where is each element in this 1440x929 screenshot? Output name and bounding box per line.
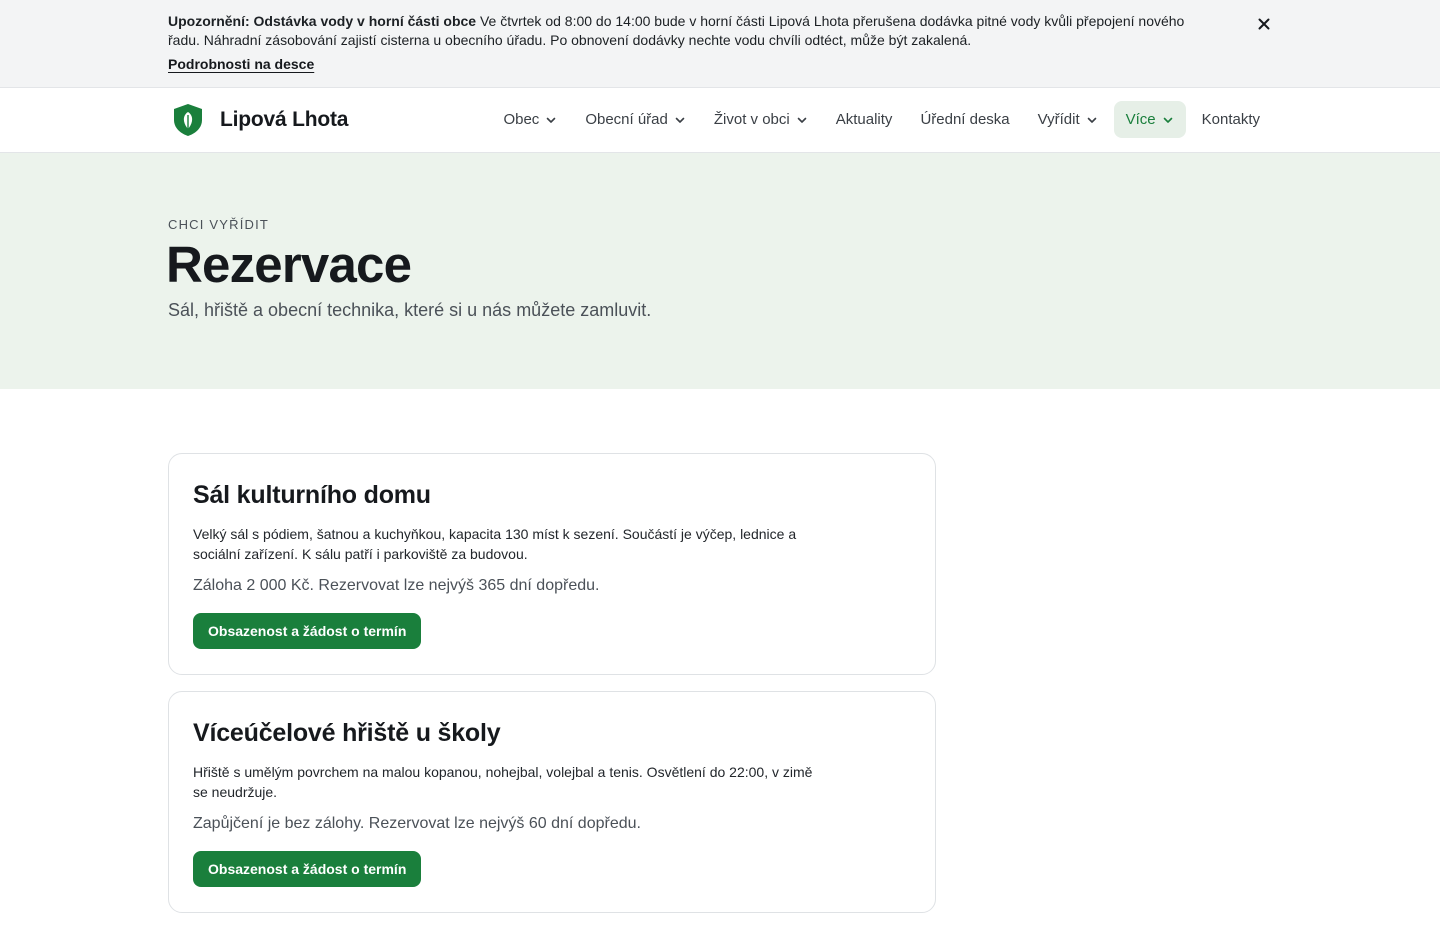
card-note: Zapůjčení je bez zálohy. Rezervovat lze … [193, 815, 641, 832]
page-hero: CHCI VYŘÍDIT Rezervace Sál, hřiště a obe… [0, 153, 1440, 389]
alert-close-button[interactable] [1252, 12, 1276, 36]
main-nav: Obec Obecní úřad Život v obci Aktuality … [487, 101, 1272, 138]
alert-details-link[interactable]: Podrobnosti na desce [168, 55, 314, 74]
nav-item-aktuality[interactable]: Aktuality [824, 101, 905, 138]
nav-item-label: Kontakty [1201, 111, 1260, 128]
nav-item-label: Více [1125, 111, 1156, 128]
nav-item-zivot-v-obci[interactable]: Život v obci [702, 101, 820, 138]
alert-content: Upozornění: Odstávka vody v horní části … [168, 12, 1198, 74]
card-title: Sál kulturního domu [193, 481, 431, 509]
nav-item-uredni-deska[interactable]: Úřední deska [908, 101, 1021, 138]
brand-name: Lipová Lhota [220, 108, 349, 131]
card-note: Záloha 2 000 Kč. Rezervovat lze nejvýš 3… [193, 577, 600, 594]
leaf-shield-icon [174, 104, 202, 136]
site-header: Lipová Lhota Obec Obecní úřad Život v ob… [0, 88, 1440, 153]
reservation-card-hriste: Víceúčelové hřiště u školy Hřiště s uměl… [168, 691, 936, 913]
nav-item-label: Obecní úřad [585, 111, 668, 128]
availability-request-button[interactable]: Obsazenost a žádost o termín [193, 851, 422, 887]
card-description: Hřiště s umělým povrchem na malou kopano… [193, 764, 813, 800]
page-title: Rezervace [166, 236, 412, 293]
nav-item-label: Aktuality [835, 111, 893, 128]
reservation-list: Sál kulturního domu Velký sál s pódiem, … [168, 453, 936, 929]
nav-item-label: Úřední deska [920, 111, 1010, 128]
alert-message: Upozornění: Odstávka vody v horní části … [168, 12, 1198, 50]
breadcrumb-eyebrow: CHCI VYŘÍDIT [168, 217, 270, 232]
nav-item-obec[interactable]: Obec [491, 101, 569, 138]
nav-item-label: Obec [503, 111, 540, 128]
brand-home-link[interactable]: Lipová Lhota [172, 103, 348, 137]
nav-item-vyridit[interactable]: Vyřídit [1026, 101, 1110, 138]
alert-title: Upozornění: Odstávka vody v horní části … [168, 13, 477, 29]
chevron-down-icon [797, 117, 807, 123]
availability-request-button[interactable]: Obsazenost a žádost o termín [193, 613, 422, 649]
chevron-down-icon [1163, 117, 1172, 123]
nav-item-label: Život v obci [713, 111, 790, 128]
nav-item-label: Vyřídit [1037, 111, 1080, 128]
chevron-down-icon [675, 117, 685, 123]
chevron-down-icon [547, 117, 556, 123]
page-subtitle: Sál, hřiště a obecní technika, které si … [168, 300, 652, 320]
nav-item-obecni-urad[interactable]: Obecní úřad [573, 101, 698, 138]
chevron-down-icon [1087, 117, 1096, 123]
card-description: Velký sál s pódiem, šatnou a kuchyňkou, … [193, 526, 797, 562]
reservation-card-sal: Sál kulturního domu Velký sál s pódiem, … [168, 453, 936, 675]
card-title: Víceúčelové hřiště u školy [193, 719, 501, 747]
nav-item-vice[interactable]: Více [1113, 101, 1186, 138]
close-icon [1258, 18, 1270, 30]
alert-banner: Upozornění: Odstávka vody v horní části … [0, 0, 1440, 88]
nav-item-kontakty[interactable]: Kontakty [1190, 101, 1272, 138]
